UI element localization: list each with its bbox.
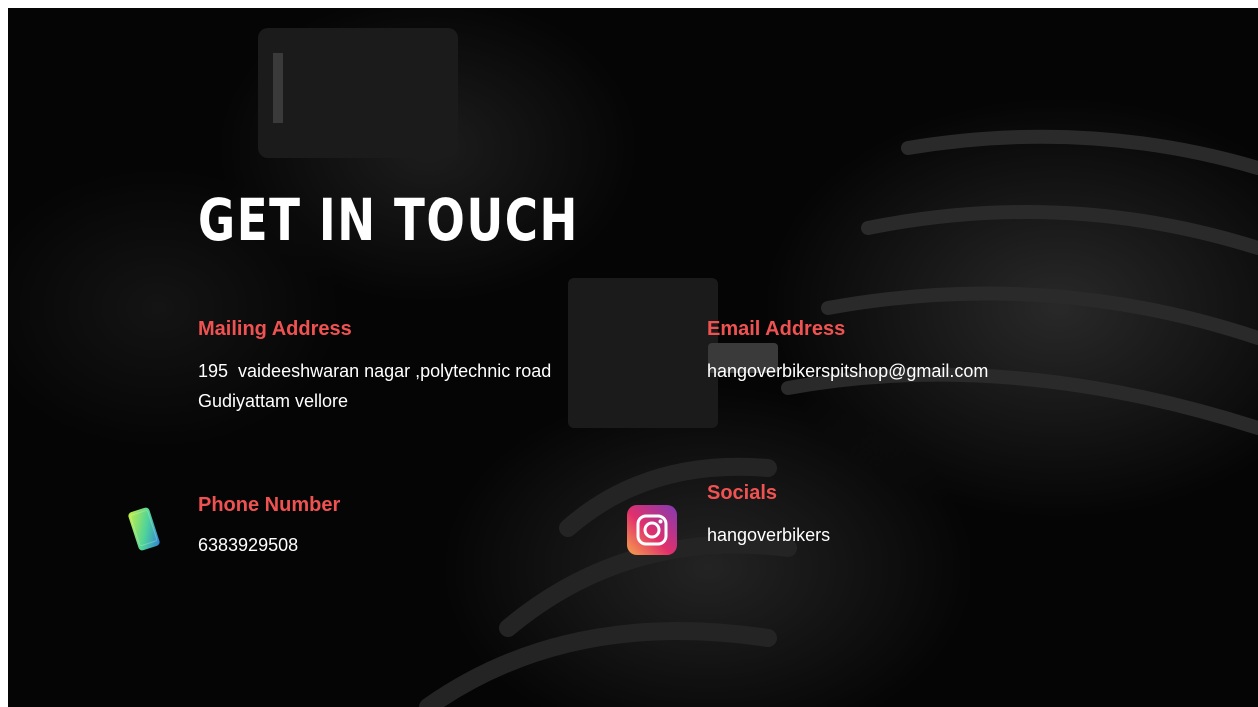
- email-address-label: Email Address: [707, 318, 846, 340]
- socials-handle[interactable]: hangoverbikers: [707, 521, 830, 549]
- phone-icon: [128, 507, 160, 551]
- email-address-value[interactable]: hangoverbikerspitshop@gmail.com: [707, 357, 988, 385]
- page-title: GET IN TOUCH: [198, 186, 579, 254]
- instagram-icon[interactable]: [626, 504, 678, 556]
- phone-number-value[interactable]: 6383929508: [198, 531, 298, 559]
- phone-number-label: Phone Number: [198, 494, 341, 516]
- contact-slide: GET IN TOUCH Mailing Address 195 vaidees…: [8, 8, 1258, 707]
- mailing-address-line1: 195 vaideeshwaran nagar ,polytechnic roa…: [198, 361, 552, 381]
- mailing-address-line2: Gudiyattam vellore: [198, 391, 349, 411]
- mailing-address-label: Mailing Address: [198, 318, 352, 340]
- background-photo: [258, 28, 1258, 707]
- socials-label: Socials: [707, 482, 778, 504]
